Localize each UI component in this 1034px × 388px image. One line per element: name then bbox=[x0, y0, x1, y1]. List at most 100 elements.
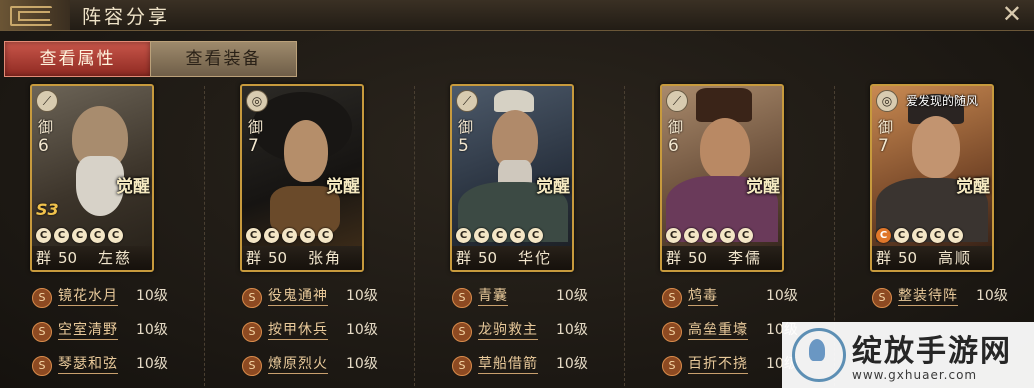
shield-icon: ◎ bbox=[876, 90, 898, 112]
cost-value: 6 bbox=[668, 136, 679, 156]
cost-label: 御 bbox=[878, 118, 894, 136]
star-icon: C bbox=[702, 228, 717, 243]
tactic-s-icon: S bbox=[452, 322, 472, 342]
tactic-level: 10级 bbox=[556, 356, 588, 372]
tactic-s-icon: S bbox=[32, 322, 52, 342]
watermark-url: www.gxhuaer.com bbox=[852, 368, 978, 382]
star-icon: C bbox=[510, 228, 525, 243]
tactic-s-icon: S bbox=[32, 356, 52, 376]
spear-icon: ⟋ bbox=[666, 90, 688, 112]
star-icon: C bbox=[684, 228, 699, 243]
tactic-row[interactable]: S 按甲休兵 10级 bbox=[242, 318, 422, 344]
star-icon: C bbox=[246, 228, 261, 243]
awaken-label: 觉醒 bbox=[326, 177, 360, 197]
lineup-share-panel: 阵容分享 ✕ 查看属性 查看装备 ⟋ 御 6 S3 觉醒 CCCCC 群 50 … bbox=[0, 0, 1034, 388]
tactic-level: 10级 bbox=[136, 288, 168, 304]
star-icon: C bbox=[474, 228, 489, 243]
tactic-name[interactable]: 鸩毒 bbox=[688, 288, 718, 306]
faction-label: 群 bbox=[666, 249, 682, 267]
tactic-name[interactable]: 空室清野 bbox=[58, 322, 118, 340]
tactic-level: 10级 bbox=[976, 288, 1008, 304]
tactic-level: 10级 bbox=[346, 322, 378, 338]
tactic-s-icon: S bbox=[662, 322, 682, 342]
tactic-row[interactable]: S 役鬼通神 10级 bbox=[242, 284, 422, 310]
hero-level: 50 bbox=[688, 249, 708, 267]
tactic-name[interactable]: 青囊 bbox=[478, 288, 508, 306]
hero-name: 张角 bbox=[308, 249, 343, 267]
awaken-label: 觉醒 bbox=[116, 177, 150, 197]
close-icon[interactable]: ✕ bbox=[1002, 0, 1022, 28]
tactic-level: 10级 bbox=[136, 356, 168, 372]
tactic-row[interactable]: S 青囊 10级 bbox=[452, 284, 632, 310]
awaken-label: 觉醒 bbox=[746, 177, 780, 197]
tab-view-attributes[interactable]: 查看属性 bbox=[4, 41, 151, 77]
tactic-s-icon: S bbox=[872, 288, 892, 308]
star-icon: C bbox=[72, 228, 87, 243]
tactic-level: 10级 bbox=[346, 356, 378, 372]
awaken-label: 觉醒 bbox=[536, 177, 570, 197]
star-icon: C bbox=[108, 228, 123, 243]
cost-value: 5 bbox=[458, 136, 469, 156]
season-badge: S3 bbox=[36, 200, 59, 219]
hero-level: 50 bbox=[898, 249, 918, 267]
tactic-level: 10级 bbox=[766, 288, 798, 304]
site-watermark: 绽放手游网 www.gxhuaer.com bbox=[782, 322, 1034, 388]
watermark-brand: 绽放手游网 bbox=[852, 334, 1012, 369]
hero-namebar: 群 50 李儒 bbox=[662, 246, 782, 270]
watermark-username: 爱发现的随风 bbox=[906, 94, 979, 108]
tactic-row[interactable]: S 琴瑟和弦 10级 bbox=[32, 352, 212, 378]
star-icon: C bbox=[720, 228, 735, 243]
faction-label: 群 bbox=[456, 249, 472, 267]
tactic-row[interactable]: S 镜花水月 10级 bbox=[32, 284, 212, 310]
star-row: CCCCC bbox=[456, 223, 546, 243]
tactic-row[interactable]: S 鸩毒 10级 bbox=[662, 284, 842, 310]
tactic-level: 10级 bbox=[556, 288, 588, 304]
tactic-level: 10级 bbox=[556, 322, 588, 338]
hero-namebar: 群 50 华佗 bbox=[452, 246, 572, 270]
tactic-name[interactable]: 高垒重壕 bbox=[688, 322, 748, 340]
tactic-row[interactable]: S 草船借箭 10级 bbox=[452, 352, 632, 378]
star-icon: C bbox=[492, 228, 507, 243]
hero-card[interactable]: ◎ 御 7 觉醒 CCCCC 群 50 张角 bbox=[240, 84, 364, 272]
tactic-row[interactable]: S 燎原烈火 10级 bbox=[242, 352, 422, 378]
hero-namebar: 群 50 高顺 bbox=[872, 246, 992, 270]
cost-value: 7 bbox=[248, 136, 259, 156]
hero-card[interactable]: ◎ 御 7 觉醒 CCCCC 群 50 高顺 bbox=[870, 84, 994, 272]
tactic-row[interactable]: S 空室清野 10级 bbox=[32, 318, 212, 344]
tactic-row[interactable]: S 整装待阵 10级 bbox=[872, 284, 1034, 310]
hero-card[interactable]: ⟋ 御 6 觉醒 CCCCC 群 50 李儒 bbox=[660, 84, 784, 272]
awaken-label: 觉醒 bbox=[956, 177, 990, 197]
hero-card[interactable]: ⟋ 御 6 S3 觉醒 CCCCC 群 50 左慈 bbox=[30, 84, 154, 272]
title-bar: 阵容分享 ✕ bbox=[0, 0, 1034, 31]
tactic-name[interactable]: 龙驹救主 bbox=[478, 322, 538, 340]
window-title: 阵容分享 bbox=[82, 6, 171, 28]
tactic-s-icon: S bbox=[662, 288, 682, 308]
tactic-name[interactable]: 草船借箭 bbox=[478, 356, 538, 374]
star-icon: C bbox=[666, 228, 681, 243]
star-icon: C bbox=[948, 228, 963, 243]
tab-view-equipment[interactable]: 查看装备 bbox=[150, 41, 297, 77]
hero-card[interactable]: ⟋ 御 5 觉醒 CCCCC 群 50 华佗 bbox=[450, 84, 574, 272]
faction-label: 群 bbox=[36, 249, 52, 267]
tactic-level: 10级 bbox=[136, 322, 168, 338]
tactic-name[interactable]: 百折不挠 bbox=[688, 356, 748, 374]
tactic-name[interactable]: 役鬼通神 bbox=[268, 288, 328, 306]
tactic-name[interactable]: 整装待阵 bbox=[898, 288, 958, 306]
cost-label: 御 bbox=[248, 118, 264, 136]
tactic-name[interactable]: 镜花水月 bbox=[58, 288, 118, 306]
spear-icon: ⟋ bbox=[456, 90, 478, 112]
tactic-name[interactable]: 按甲休兵 bbox=[268, 322, 328, 340]
octopus-logo-icon bbox=[792, 328, 846, 382]
tactic-name[interactable]: 燎原烈火 bbox=[268, 356, 328, 374]
hero-namebar: 群 50 左慈 bbox=[32, 246, 152, 270]
tactic-s-icon: S bbox=[662, 356, 682, 376]
faction-label: 群 bbox=[876, 249, 892, 267]
star-icon: C bbox=[930, 228, 945, 243]
star-icon: C bbox=[54, 228, 69, 243]
hero-name: 高顺 bbox=[938, 249, 973, 267]
star-icon: C bbox=[318, 228, 333, 243]
tactic-name[interactable]: 琴瑟和弦 bbox=[58, 356, 118, 374]
star-icon: C bbox=[912, 228, 927, 243]
tactic-row[interactable]: S 龙驹救主 10级 bbox=[452, 318, 632, 344]
star-icon: C bbox=[90, 228, 105, 243]
